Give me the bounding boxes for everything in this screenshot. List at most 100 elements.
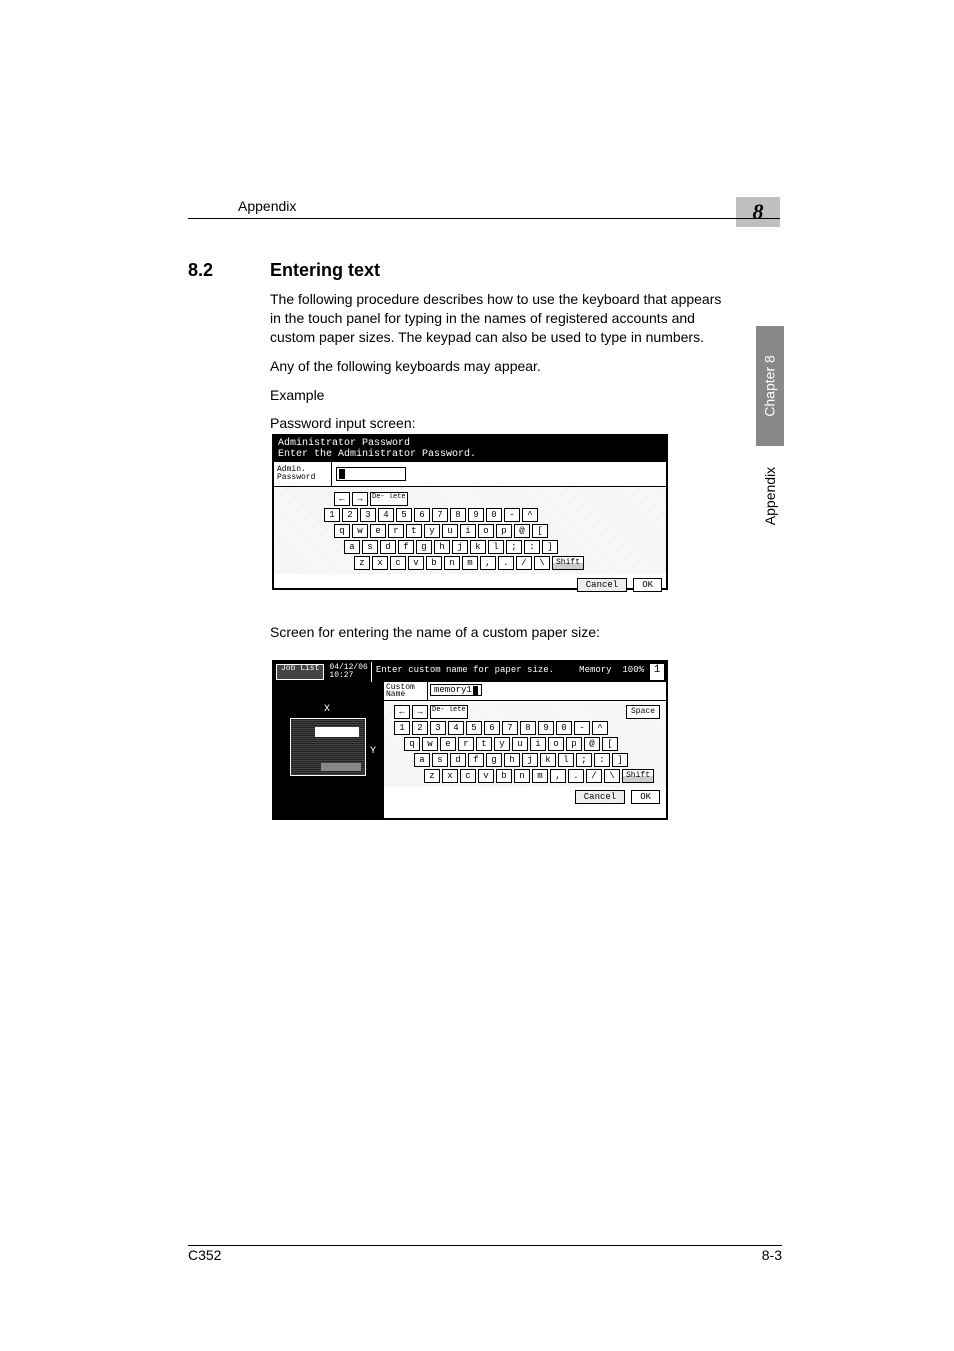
- key-,[interactable]: ,: [550, 769, 566, 783]
- key-v[interactable]: v: [478, 769, 494, 783]
- key-r[interactable]: r: [458, 737, 474, 751]
- key-q[interactable]: q: [334, 524, 350, 538]
- key-a[interactable]: a: [344, 540, 360, 554]
- arrow-left-key[interactable]: ←: [334, 492, 350, 506]
- key-w[interactable]: w: [422, 737, 438, 751]
- key-g[interactable]: g: [486, 753, 502, 767]
- key-7[interactable]: 7: [502, 721, 518, 735]
- key-q[interactable]: q: [404, 737, 420, 751]
- key-o[interactable]: o: [478, 524, 494, 538]
- key-6[interactable]: 6: [484, 721, 500, 735]
- key-n[interactable]: n: [514, 769, 530, 783]
- arrow-left-key[interactable]: ←: [394, 705, 410, 719]
- delete-key[interactable]: De- lete: [370, 492, 408, 506]
- key-0[interactable]: 0: [556, 721, 572, 735]
- key-8[interactable]: 8: [520, 721, 536, 735]
- key-k[interactable]: k: [470, 540, 486, 554]
- key-m[interactable]: m: [462, 556, 478, 570]
- key-u[interactable]: u: [512, 737, 528, 751]
- delete-key[interactable]: De- lete: [430, 705, 468, 719]
- key-9[interactable]: 9: [468, 508, 484, 522]
- key-6[interactable]: 6: [414, 508, 430, 522]
- key-j[interactable]: j: [452, 540, 468, 554]
- key-n[interactable]: n: [444, 556, 460, 570]
- key-:[interactable]: :: [594, 753, 610, 767]
- key-f[interactable]: f: [468, 753, 484, 767]
- key-l[interactable]: l: [488, 540, 504, 554]
- key-4[interactable]: 4: [448, 721, 464, 735]
- key-p[interactable]: p: [496, 524, 512, 538]
- key-7[interactable]: 7: [432, 508, 448, 522]
- key-d[interactable]: d: [450, 753, 466, 767]
- key-.[interactable]: .: [498, 556, 514, 570]
- key-/[interactable]: /: [586, 769, 602, 783]
- key-^[interactable]: ^: [592, 721, 608, 735]
- key-t[interactable]: t: [476, 737, 492, 751]
- key-5[interactable]: 5: [466, 721, 482, 735]
- shift-key[interactable]: Shift: [552, 556, 584, 570]
- password-input[interactable]: [336, 467, 406, 481]
- key-.[interactable]: .: [568, 769, 584, 783]
- key-b[interactable]: b: [496, 769, 512, 783]
- shift-key[interactable]: Shift: [622, 769, 654, 783]
- key-i[interactable]: i: [530, 737, 546, 751]
- custom-name-input[interactable]: memory1: [430, 684, 482, 696]
- key-o[interactable]: o: [548, 737, 564, 751]
- ok-button[interactable]: OK: [633, 578, 662, 592]
- key-1[interactable]: 1: [324, 508, 340, 522]
- key-d[interactable]: d: [380, 540, 396, 554]
- key-x[interactable]: x: [442, 769, 458, 783]
- key-g[interactable]: g: [416, 540, 432, 554]
- key-c[interactable]: c: [390, 556, 406, 570]
- key-2[interactable]: 2: [412, 721, 428, 735]
- key-x[interactable]: x: [372, 556, 388, 570]
- job-list-button[interactable]: Job List: [276, 664, 324, 680]
- key-b[interactable]: b: [426, 556, 442, 570]
- key-i[interactable]: i: [460, 524, 476, 538]
- key-r[interactable]: r: [388, 524, 404, 538]
- key-s[interactable]: s: [432, 753, 448, 767]
- key-m[interactable]: m: [532, 769, 548, 783]
- key-@[interactable]: @: [584, 737, 600, 751]
- key-\[interactable]: \: [534, 556, 550, 570]
- key-\[interactable]: \: [604, 769, 620, 783]
- key-v[interactable]: v: [408, 556, 424, 570]
- key-e[interactable]: e: [440, 737, 456, 751]
- ok-button[interactable]: OK: [631, 790, 660, 804]
- key-a[interactable]: a: [414, 753, 430, 767]
- key-c[interactable]: c: [460, 769, 476, 783]
- key-[[interactable]: [: [532, 524, 548, 538]
- arrow-right-key[interactable]: →: [352, 492, 368, 506]
- cancel-button[interactable]: Cancel: [575, 790, 625, 804]
- key--[interactable]: -: [504, 508, 520, 522]
- key-t[interactable]: t: [406, 524, 422, 538]
- key-[[interactable]: [: [602, 737, 618, 751]
- key-h[interactable]: h: [434, 540, 450, 554]
- key-f[interactable]: f: [398, 540, 414, 554]
- key-9[interactable]: 9: [538, 721, 554, 735]
- key-3[interactable]: 3: [430, 721, 446, 735]
- key-p[interactable]: p: [566, 737, 582, 751]
- key-e[interactable]: e: [370, 524, 386, 538]
- key-k[interactable]: k: [540, 753, 556, 767]
- key-y[interactable]: y: [494, 737, 510, 751]
- key-h[interactable]: h: [504, 753, 520, 767]
- key-:[interactable]: :: [524, 540, 540, 554]
- key-;[interactable]: ;: [576, 753, 592, 767]
- space-key[interactable]: Space: [626, 705, 660, 719]
- key-u[interactable]: u: [442, 524, 458, 538]
- key-,[interactable]: ,: [480, 556, 496, 570]
- key-4[interactable]: 4: [378, 508, 394, 522]
- key-1[interactable]: 1: [394, 721, 410, 735]
- key-][interactable]: ]: [612, 753, 628, 767]
- key--[interactable]: -: [574, 721, 590, 735]
- arrow-right-key[interactable]: →: [412, 705, 428, 719]
- key-@[interactable]: @: [514, 524, 530, 538]
- key-z[interactable]: z: [354, 556, 370, 570]
- key-/[interactable]: /: [516, 556, 532, 570]
- key-l[interactable]: l: [558, 753, 574, 767]
- key-w[interactable]: w: [352, 524, 368, 538]
- key-y[interactable]: y: [424, 524, 440, 538]
- key-8[interactable]: 8: [450, 508, 466, 522]
- cancel-button[interactable]: Cancel: [577, 578, 627, 592]
